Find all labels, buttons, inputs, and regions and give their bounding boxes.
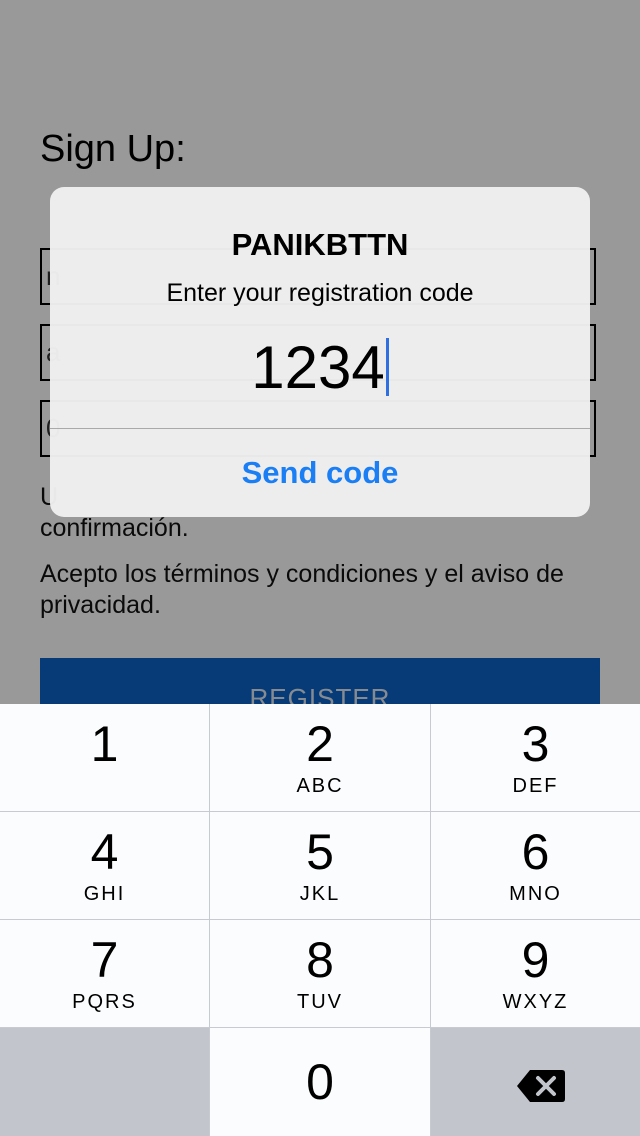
key-digit: 4: [90, 824, 119, 880]
key-digit: 6: [521, 824, 550, 880]
key-0[interactable]: 0: [210, 1028, 430, 1136]
backspace-icon: [517, 1070, 565, 1102]
registration-code-input[interactable]: 1234: [50, 333, 590, 402]
key-4[interactable]: 4 GHI: [0, 812, 209, 919]
key-digit: 0: [306, 1054, 334, 1110]
key-empty: [0, 1028, 209, 1136]
key-letters: JKL: [299, 883, 341, 905]
key-8[interactable]: 8 TUV: [210, 920, 430, 1027]
code-value: 1234: [251, 334, 385, 401]
text-caret: [385, 338, 389, 396]
key-digit: 5: [306, 824, 334, 880]
key-digit: 7: [90, 932, 119, 988]
key-digit: 9: [521, 932, 550, 988]
key-letters: DEF: [512, 775, 559, 797]
numeric-keypad: 1 2 ABC 3 DEF 4 GHI 5 JKL 6 MNO 7 PQRS 8: [0, 704, 640, 1136]
key-5[interactable]: 5 JKL: [210, 812, 430, 919]
key-1[interactable]: 1: [0, 704, 209, 811]
key-digit: 2: [306, 716, 334, 772]
key-letters: GHI: [83, 883, 126, 905]
key-letters: PQRS: [72, 991, 137, 1013]
key-digit: 3: [521, 716, 550, 772]
key-3[interactable]: 3 DEF: [431, 704, 640, 811]
alert-message: Enter your registration code: [166, 279, 474, 307]
alert-title: PANIKBTTN: [231, 227, 409, 262]
registration-code-alert: PANIKBTTN Enter your registration code 1…: [50, 187, 590, 517]
key-9[interactable]: 9 WXYZ: [431, 920, 640, 1027]
key-letters: ABC: [296, 775, 344, 797]
key-6[interactable]: 6 MNO: [431, 812, 640, 919]
key-digit: 8: [306, 932, 334, 988]
key-digit: 1: [90, 716, 119, 772]
key-letters: WXYZ: [502, 991, 569, 1013]
send-code-button[interactable]: Send code: [50, 429, 590, 517]
delete-key[interactable]: [431, 1028, 640, 1136]
key-letters: TUV: [297, 991, 343, 1013]
key-2[interactable]: 2 ABC: [210, 704, 430, 811]
screen: Sign Up: n a 0 U confirmación. Acepto lo…: [0, 0, 640, 1136]
key-7[interactable]: 7 PQRS: [0, 920, 209, 1027]
key-letters: MNO: [509, 883, 562, 905]
